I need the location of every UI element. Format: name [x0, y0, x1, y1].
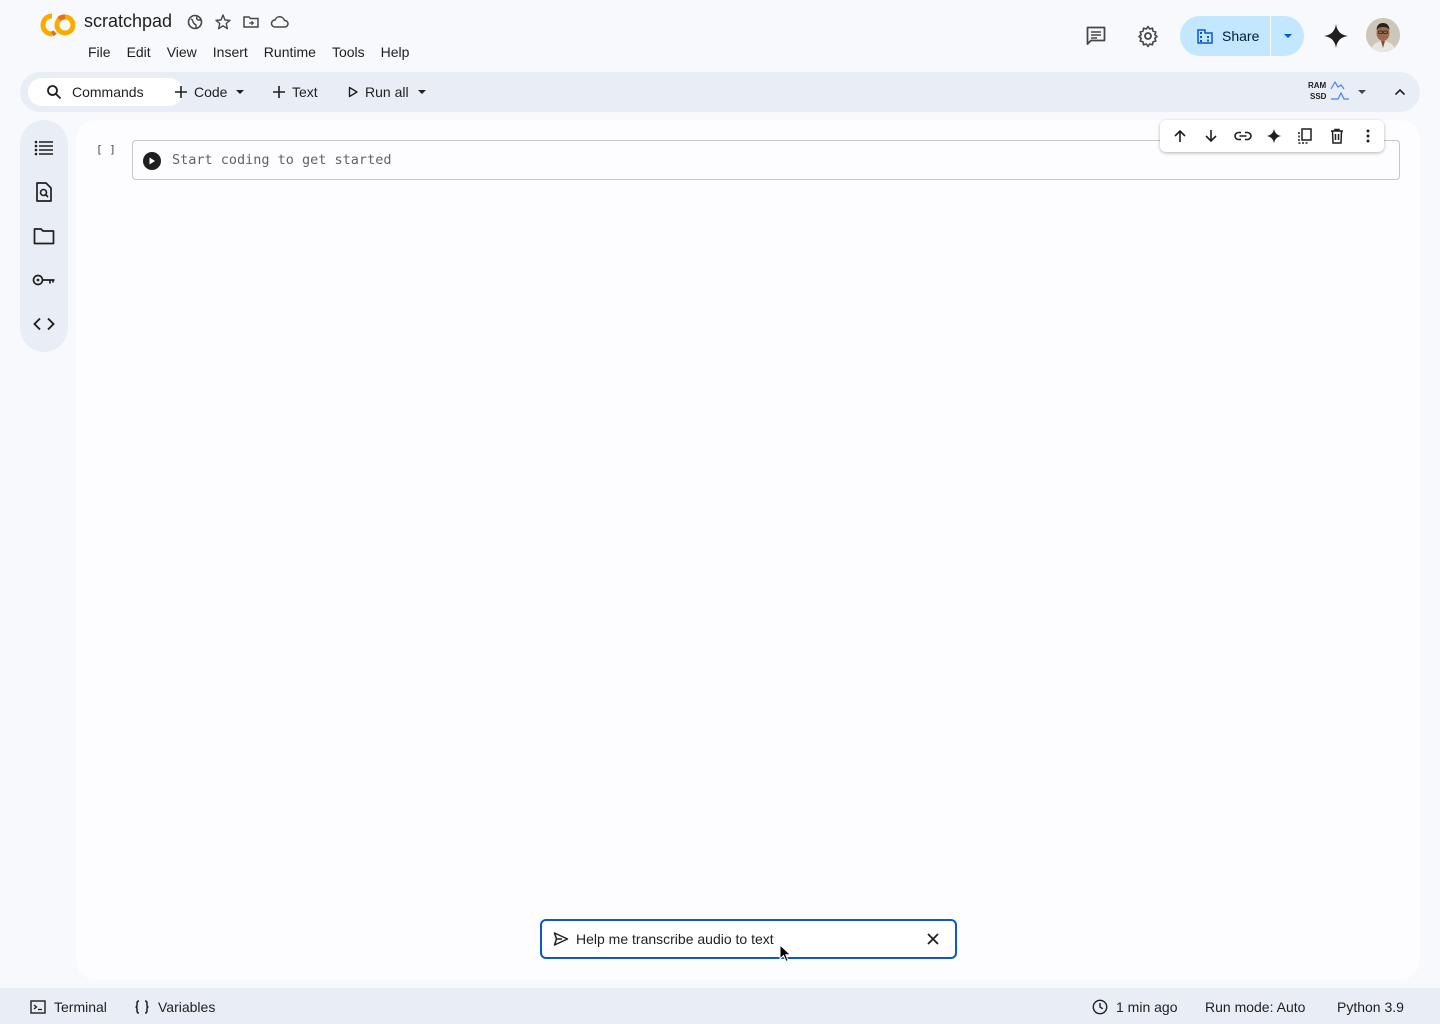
move-down-icon[interactable]: [1195, 120, 1226, 152]
gemini-spark-icon[interactable]: [1258, 120, 1289, 152]
last-saved-label: 1 min ago: [1116, 999, 1178, 1015]
link-icon[interactable]: [1227, 120, 1258, 152]
delete-icon[interactable]: [1321, 120, 1352, 152]
gemini-spark-icon[interactable]: [1318, 18, 1354, 54]
move-folder-icon[interactable]: [242, 13, 260, 31]
star-icon[interactable]: [214, 13, 232, 31]
send-icon[interactable]: [553, 931, 569, 947]
add-text-label: Text: [292, 84, 318, 100]
close-icon[interactable]: [925, 931, 941, 947]
cell-toolbar: [1160, 120, 1384, 152]
run-all-button[interactable]: Run all: [347, 78, 427, 106]
colab-logo-icon[interactable]: [38, 12, 78, 38]
chevron-up-icon: [1394, 88, 1406, 96]
settings-gear-icon[interactable]: [1130, 18, 1166, 54]
table-of-contents-icon[interactable]: [32, 136, 56, 160]
collapse-header-button[interactable]: [1388, 80, 1412, 104]
share-dropdown-button[interactable]: [1271, 16, 1304, 56]
menu-edit[interactable]: Edit: [119, 43, 159, 61]
resource-graph-icon: [1330, 80, 1349, 100]
caret-down-icon[interactable]: [1357, 89, 1367, 95]
last-saved-status[interactable]: 1 min ago: [1092, 998, 1177, 1016]
notebook-main: [ ] Start coding to get started Help me …: [76, 120, 1420, 980]
add-text-button[interactable]: Text: [272, 78, 318, 106]
play-icon: [149, 157, 155, 165]
run-all-label: Run all: [365, 84, 409, 100]
commands-label: Commands: [72, 84, 144, 100]
comments-icon[interactable]: [1078, 18, 1114, 54]
menu-help[interactable]: Help: [373, 43, 418, 61]
menu-file[interactable]: File: [80, 43, 119, 61]
avatar[interactable]: [1366, 18, 1400, 52]
plus-icon: [273, 86, 285, 98]
secrets-key-icon[interactable]: [32, 268, 56, 292]
caret-down-icon[interactable]: [417, 89, 427, 95]
find-replace-icon[interactable]: [32, 180, 56, 204]
status-bar: Terminal Variables 1 min ago Run mode: A…: [0, 988, 1440, 1024]
menu-runtime[interactable]: Runtime: [256, 43, 324, 61]
menu-bar: File Edit View Insert Runtime Tools Help: [80, 43, 417, 61]
share-button-group: Share: [1180, 16, 1304, 56]
terminal-button[interactable]: Terminal: [30, 998, 107, 1016]
terminal-label: Terminal: [54, 999, 107, 1015]
header: scratchpad File Edit View Insert Runtime…: [0, 0, 1440, 72]
title-icons: [186, 13, 289, 31]
variables-braces-icon: [135, 1000, 149, 1014]
mirror-cell-icon[interactable]: [1290, 120, 1321, 152]
ssd-label: SSD: [1310, 92, 1327, 101]
play-icon: [348, 86, 358, 98]
commands-button[interactable]: Commands: [28, 78, 183, 106]
plus-icon: [175, 86, 187, 98]
more-vert-icon[interactable]: [1353, 120, 1384, 152]
run-cell-button[interactable]: [143, 152, 161, 170]
menu-insert[interactable]: Insert: [205, 43, 256, 61]
share-button[interactable]: Share: [1180, 16, 1270, 56]
ram-label: RAM: [1308, 81, 1327, 90]
cell-execution-count: [ ]: [96, 143, 116, 156]
gemini-prompt-box[interactable]: Help me transcribe audio to text: [540, 919, 957, 959]
caret-down-icon: [1283, 34, 1292, 38]
menu-tools[interactable]: Tools: [324, 43, 373, 61]
cloud-icon[interactable]: [270, 13, 289, 31]
notebook-toolbar: Commands Code Text Run all RAM SSD: [20, 72, 1420, 112]
caret-down-icon[interactable]: [235, 89, 245, 95]
add-code-button[interactable]: Code: [174, 78, 245, 106]
run-mode-status[interactable]: Run mode: Auto: [1205, 998, 1305, 1016]
clock-icon: [1092, 999, 1108, 1015]
left-rail: [20, 120, 68, 352]
notebook-title[interactable]: scratchpad: [84, 11, 172, 32]
python-version-status[interactable]: Python 3.9: [1337, 998, 1404, 1016]
move-up-icon[interactable]: [1164, 120, 1195, 152]
building-icon: [1197, 29, 1213, 44]
code-snippets-icon[interactable]: [32, 312, 56, 336]
menu-view[interactable]: View: [159, 43, 205, 61]
globe-icon[interactable]: [186, 13, 204, 31]
cell-placeholder[interactable]: Start coding to get started: [172, 152, 391, 168]
prompt-input[interactable]: Help me transcribe audio to text: [576, 931, 774, 947]
search-icon: [47, 85, 62, 100]
variables-label: Variables: [158, 999, 216, 1015]
variables-button[interactable]: Variables: [134, 998, 215, 1016]
files-folder-icon[interactable]: [32, 224, 56, 248]
share-label: Share: [1222, 28, 1260, 44]
terminal-icon: [30, 1000, 46, 1014]
add-code-label: Code: [194, 84, 228, 100]
resource-monitor[interactable]: RAM SSD: [1306, 80, 1366, 106]
